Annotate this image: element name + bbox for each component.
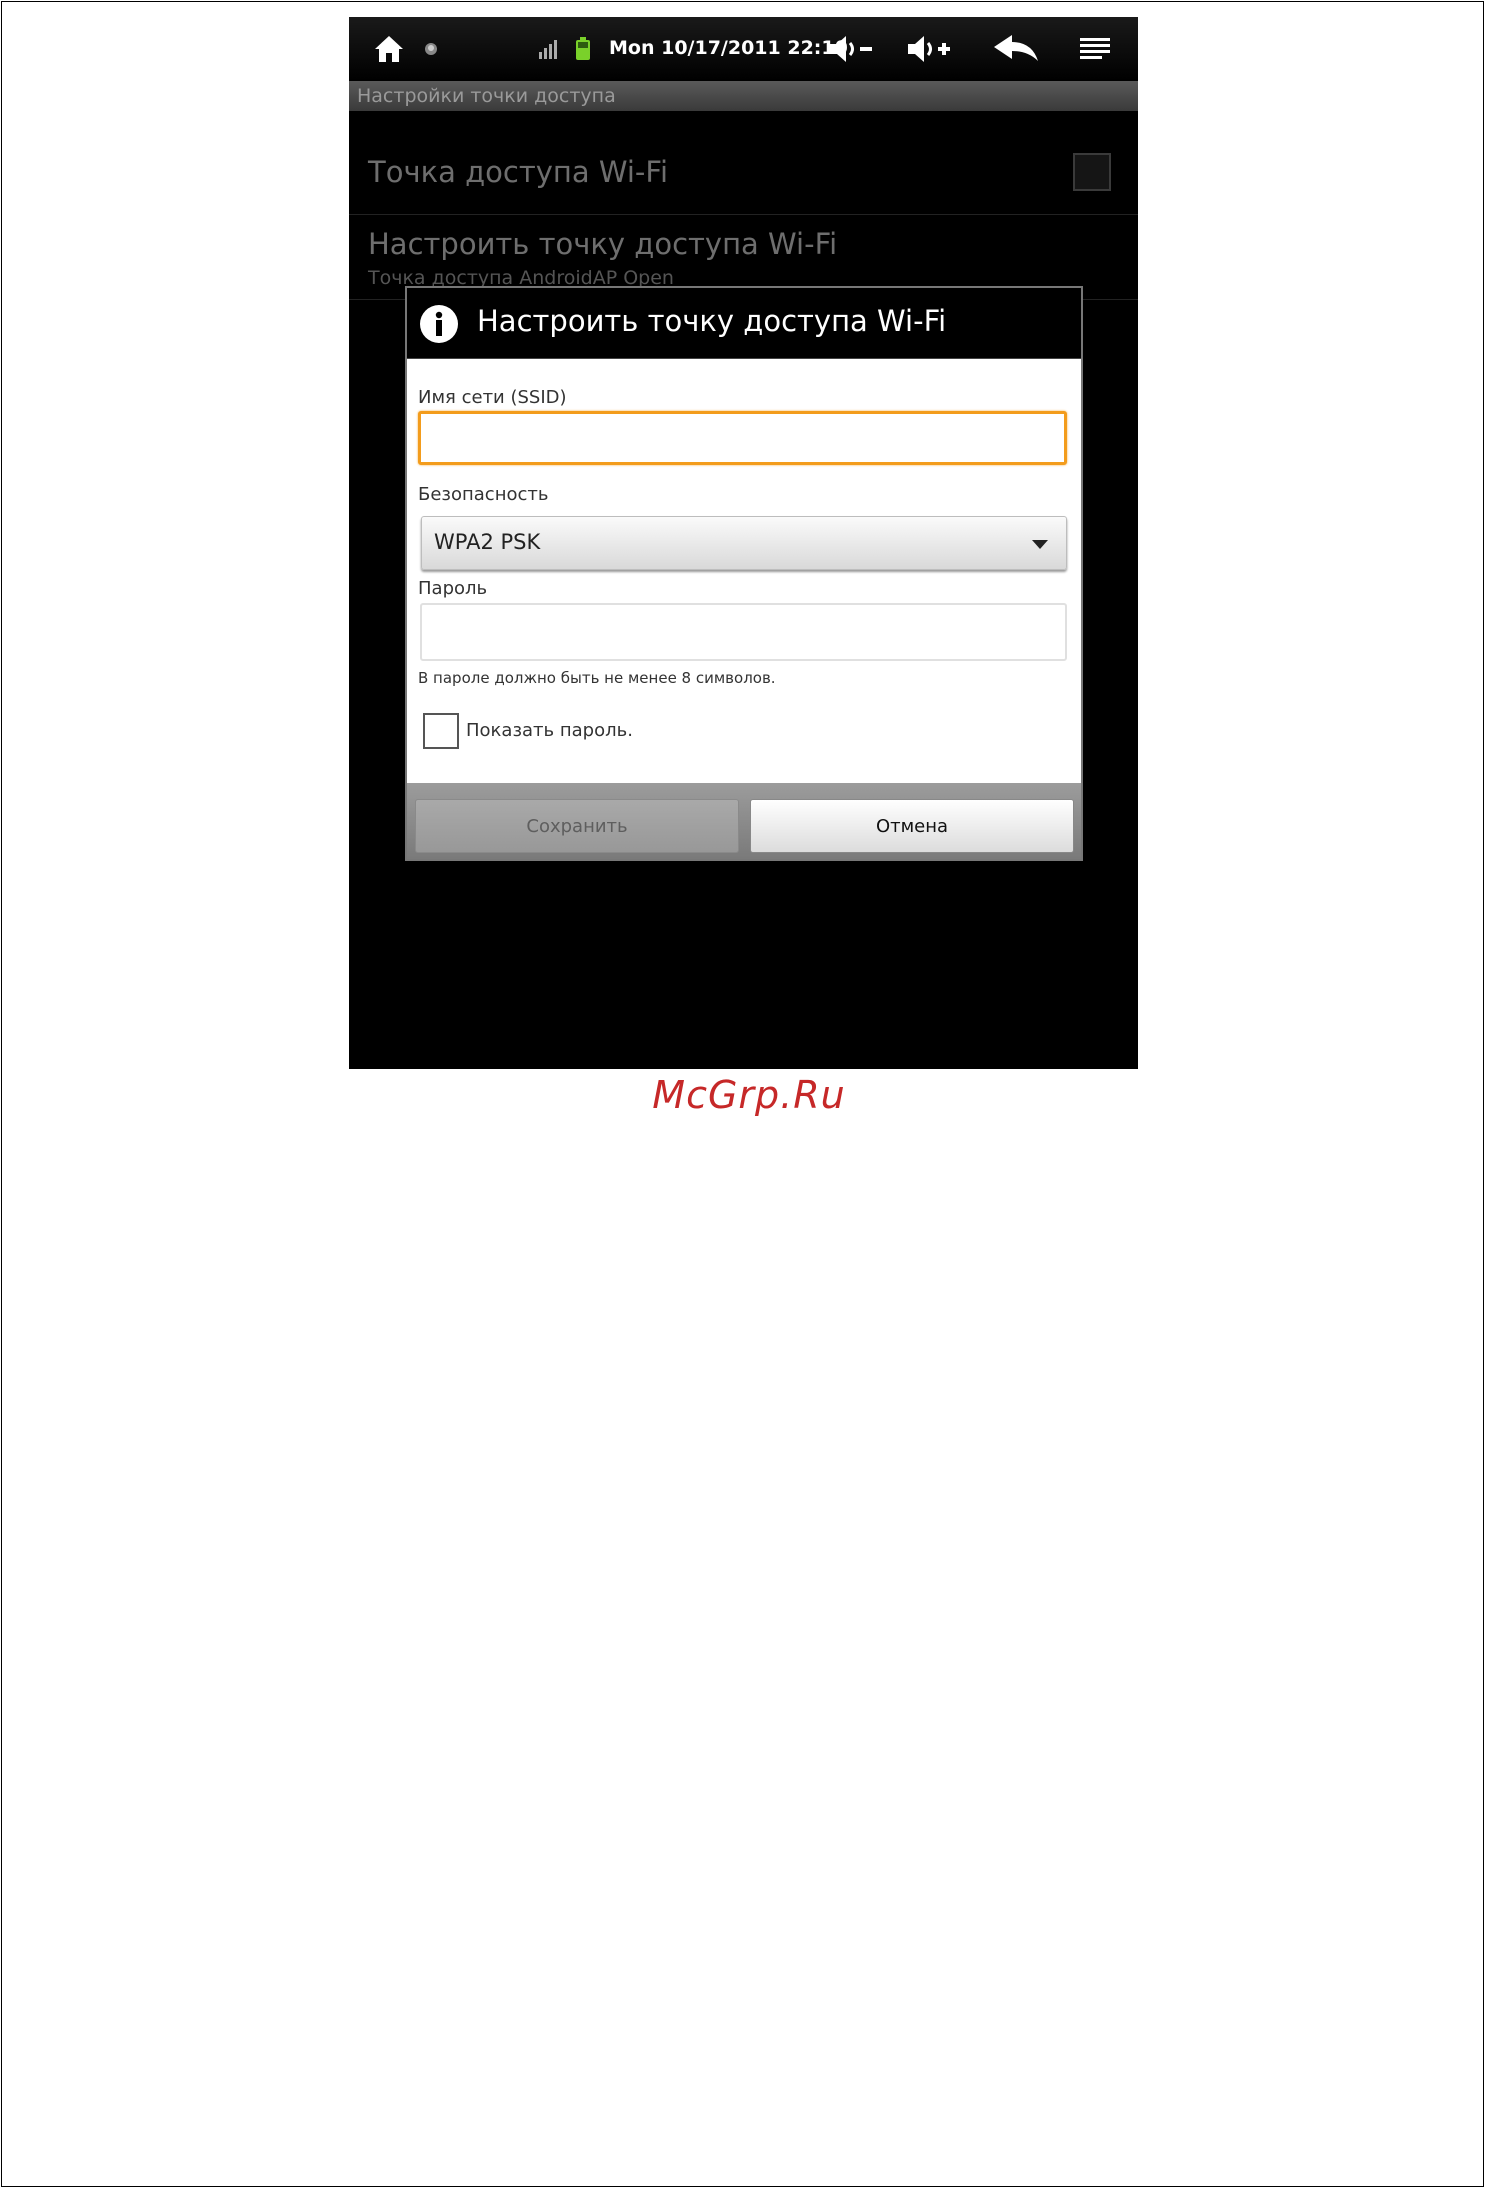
pref-title: Настроить точку доступа Wi-Fi: [368, 227, 838, 261]
pref-hotspot-checkbox[interactable]: [1073, 153, 1111, 191]
info-icon: [419, 304, 459, 344]
menu-icon[interactable]: [1075, 29, 1115, 69]
security-value: WPA2 PSK: [434, 530, 541, 554]
status-bar: Mon 10/17/2011 22:10: [349, 17, 1138, 81]
volume-up-icon[interactable]: [905, 29, 955, 69]
signal-icon: [537, 29, 561, 69]
dialog-header: Настроить точку доступа Wi-Fi: [407, 288, 1081, 359]
password-hint: В пароле должно быть не менее 8 символов…: [418, 669, 776, 687]
battery-icon: [573, 29, 593, 69]
volume-down-icon[interactable]: [827, 29, 877, 69]
pref-configure-hotspot[interactable]: Настроить точку доступа Wi-Fi Точка дост…: [349, 197, 1138, 300]
show-password-checkbox[interactable]: [423, 713, 459, 749]
ssid-label: Имя сети (SSID): [418, 387, 567, 408]
password-input[interactable]: [420, 603, 1067, 661]
tablet-screen: Mon 10/17/2011 22:10 Настройки точки дос…: [349, 17, 1138, 1069]
home-icon[interactable]: [369, 29, 409, 69]
dialog-title: Настроить точку доступа Wi-Fi: [477, 304, 947, 338]
screen-title: Настройки точки доступа: [349, 81, 1138, 111]
pref-title: Точка доступа Wi-Fi: [368, 155, 669, 189]
ssid-input[interactable]: [418, 411, 1067, 465]
notification-dot-icon[interactable]: [421, 29, 441, 69]
configure-hotspot-dialog: Настроить точку доступа Wi-Fi Имя сети (…: [405, 286, 1083, 861]
password-label: Пароль: [418, 578, 488, 599]
dialog-button-bar: Сохранить Отмена: [407, 783, 1081, 859]
save-button[interactable]: Сохранить: [415, 799, 739, 853]
security-dropdown[interactable]: WPA2 PSK: [421, 516, 1067, 570]
cancel-button[interactable]: Отмена: [750, 799, 1074, 853]
back-icon[interactable]: [991, 29, 1041, 69]
clock: Mon 10/17/2011 22:10: [609, 37, 848, 59]
security-label: Безопасность: [418, 484, 549, 505]
watermark: McGrp.Ru: [652, 1073, 846, 1117]
dropdown-arrow-icon: [1032, 540, 1048, 549]
show-password-label[interactable]: Показать пароль.: [466, 720, 633, 741]
